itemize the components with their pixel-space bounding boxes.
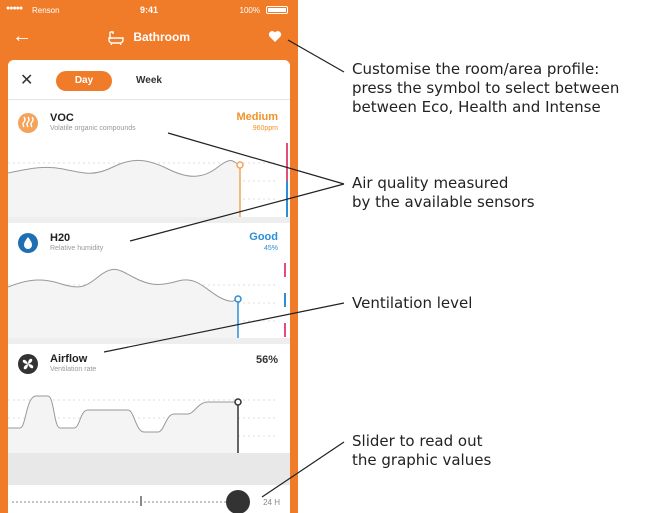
annotation-line: press the symbol to select between [352,79,620,97]
annotation-line: the graphic values [352,451,492,469]
annotation-line: by the available sensors [352,193,535,211]
annotation-air-quality: Air quality measured by the available se… [352,174,535,212]
annotation-ventilation: Ventilation level [352,294,472,313]
annotation-line: Ventilation level [352,294,473,312]
annotation-profile: Customise the room/area profile: press t… [352,60,619,117]
annotation-line: Slider to read out [352,432,483,450]
annotation-slider: Slider to read out the graphic values [352,432,491,470]
annotation-line: Air quality measured [352,174,509,192]
annotation-line: Customise the room/area profile: [352,60,600,78]
annotation-line: between Eco, Health and Intense [352,98,601,116]
